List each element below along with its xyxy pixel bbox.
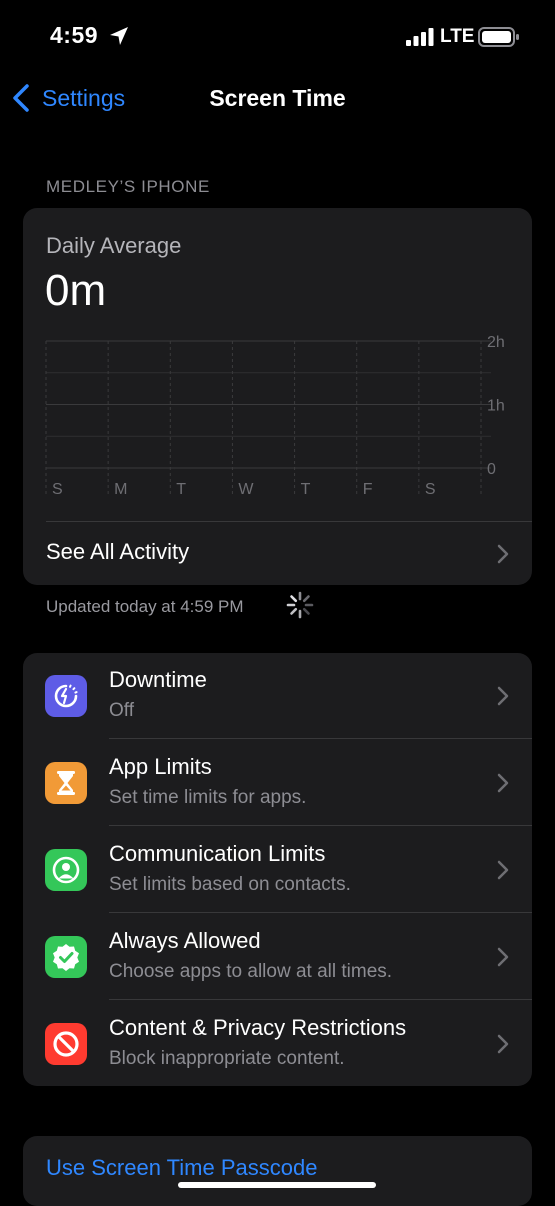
battery-icon (478, 27, 519, 47)
x-tick-label: S (52, 481, 63, 498)
usage-chart[interactable]: 2h 1h 0 S M T W T F S (23, 208, 532, 518)
setting-row-communication-limits[interactable]: Communication Limits Set limits based on… (23, 827, 532, 913)
divider (109, 912, 532, 913)
setting-subtitle: Off (109, 700, 134, 721)
downtime-icon (45, 675, 87, 717)
y-tick-label: 2h (487, 334, 505, 351)
x-tick-label: S (425, 481, 436, 498)
y-tick-label: 0 (487, 461, 496, 478)
chevron-right-icon (497, 686, 509, 706)
x-tick-label: W (238, 481, 254, 498)
divider (109, 738, 532, 739)
setting-title: App Limits (109, 754, 212, 779)
checkmark-seal-icon (45, 936, 87, 978)
setting-subtitle: Set time limits for apps. (109, 787, 307, 808)
usage-card: Daily Average 0m 2h 1h 0 S M T W T F S See All Ac… (23, 208, 532, 585)
status-bar: 4:59 LTE (0, 0, 555, 70)
network-type: LTE (440, 26, 475, 47)
location-arrow-icon (110, 27, 128, 45)
setting-title: Content & Privacy Restrictions (109, 1015, 407, 1040)
device-header: MEDLEY’S IPHONE (46, 177, 210, 196)
setting-title: Downtime (109, 667, 207, 692)
settings-list: Downtime Off App Limits Set time limits … (23, 653, 532, 1086)
home-indicator[interactable] (178, 1182, 376, 1188)
setting-row-downtime[interactable]: Downtime Off (23, 653, 532, 739)
setting-row-app-limits[interactable]: App Limits Set time limits for apps. (23, 740, 532, 826)
setting-title: Always Allowed (109, 928, 261, 953)
y-tick-label: 1h (487, 398, 505, 415)
setting-subtitle: Set limits based on contacts. (109, 874, 351, 895)
setting-subtitle: Choose apps to allow at all times. (109, 961, 393, 982)
x-tick-label: F (363, 481, 373, 498)
setting-row-always-allowed[interactable]: Always Allowed Choose apps to allow at a… (23, 914, 532, 1000)
chevron-left-icon[interactable] (12, 84, 30, 112)
setting-title: Communication Limits (109, 841, 326, 866)
x-tick-label: T (301, 481, 311, 498)
divider (46, 521, 532, 522)
navigation-bar: Screen Time Settings (0, 72, 555, 124)
setting-subtitle: Block inappropriate content. (109, 1048, 345, 1069)
passcode-card: Use Screen Time Passcode (23, 1136, 532, 1206)
see-all-activity-button[interactable]: See All Activity (46, 539, 189, 565)
loading-spinner-icon (286, 591, 314, 619)
chevron-right-icon (497, 947, 509, 967)
setting-row-content-privacy[interactable]: Content & Privacy Restrictions Block ina… (23, 1001, 532, 1086)
chevron-right-icon (497, 773, 509, 793)
x-tick-label: M (114, 481, 127, 498)
signal-bars-icon (406, 28, 434, 46)
x-tick-label: T (176, 481, 186, 498)
chevron-right-icon (497, 544, 509, 564)
use-passcode-button[interactable]: Use Screen Time Passcode (46, 1155, 317, 1181)
restriction-icon (45, 1023, 87, 1065)
chevron-right-icon (497, 860, 509, 880)
divider (109, 825, 532, 826)
divider (109, 999, 532, 1000)
status-time: 4:59 (50, 22, 99, 48)
hourglass-icon (45, 762, 87, 804)
chevron-right-icon (497, 1034, 509, 1054)
contact-icon (45, 849, 87, 891)
updated-timestamp: Updated today at 4:59 PM (46, 597, 244, 616)
back-button[interactable]: Settings (42, 85, 125, 112)
